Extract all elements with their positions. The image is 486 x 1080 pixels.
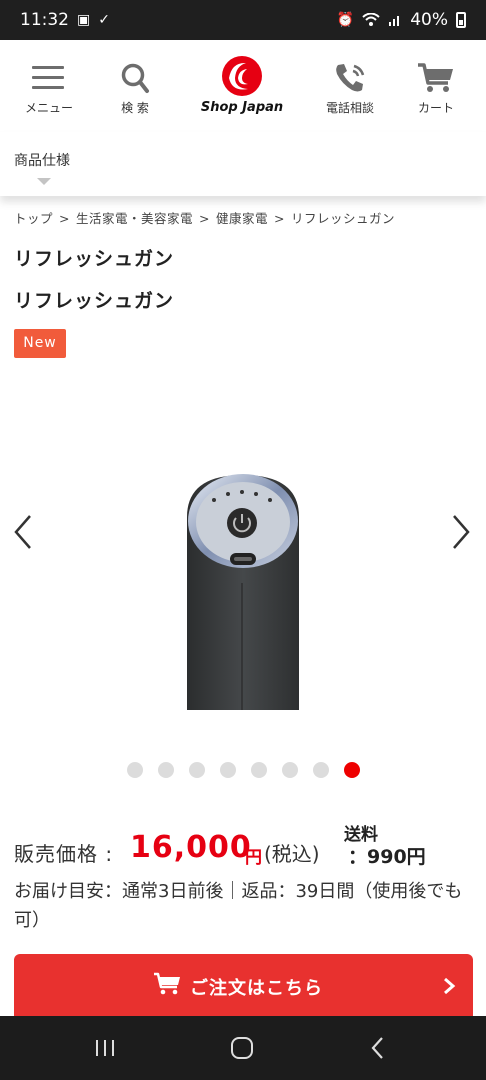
breadcrumb-separator: >	[199, 211, 210, 226]
chevron-right-icon	[444, 977, 456, 995]
menu-button[interactable]: メニュー	[14, 40, 84, 132]
gallery-icon: ▣	[77, 12, 91, 28]
carousel-dot[interactable]	[313, 762, 329, 778]
status-time: 11:32	[20, 10, 69, 30]
home-icon[interactable]	[227, 1034, 257, 1062]
download-done-icon: ✓	[98, 12, 110, 28]
shop-japan-logo[interactable]: Shop Japan	[190, 40, 294, 132]
product-carousel	[0, 380, 486, 740]
cart-label: カート	[417, 101, 454, 115]
breadcrumb-item-appliances[interactable]: 生活家電・美容家電	[76, 211, 193, 226]
product-image	[187, 474, 299, 710]
breadcrumb-separator: >	[274, 211, 285, 226]
battery-icon	[456, 12, 466, 28]
price-row: 販売価格 : 16,000 円 (税込) 送料 ：990円	[14, 825, 484, 872]
back-icon[interactable]	[363, 1034, 393, 1062]
search-icon	[121, 63, 149, 93]
product-subtitle: リフレッシュガン	[14, 290, 175, 312]
phone-button[interactable]: 電話相談	[318, 40, 382, 132]
phone-label: 電話相談	[325, 101, 374, 115]
battery-percent: 40%	[410, 10, 448, 30]
shipping-value: ：990円	[348, 846, 426, 868]
signal-icon	[389, 16, 400, 26]
carousel-dot[interactable]	[251, 762, 267, 778]
search-button[interactable]: 検 索	[102, 40, 168, 132]
carousel-dot[interactable]	[220, 762, 236, 778]
phone-icon	[336, 64, 365, 92]
breadcrumb-item-current: リフレッシュガン	[291, 211, 396, 226]
product-title: リフレッシュガン	[14, 248, 175, 270]
alarm-icon: ⏰	[336, 12, 355, 28]
breadcrumb-item-top[interactable]: トップ	[14, 211, 53, 226]
delivery-info: お届け目安：通常3日前後｜返品：39日間（使用後でも可）	[14, 881, 463, 931]
price-yen: 円	[245, 848, 262, 868]
system-nav-bar	[0, 1016, 486, 1080]
carousel-next-icon[interactable]	[446, 512, 476, 552]
menu-label: メニュー	[24, 101, 73, 115]
status-bar: 11:32 ▣ ✓ ⏰ 40%	[0, 0, 486, 40]
cart-icon	[418, 63, 453, 92]
wifi-icon	[362, 13, 380, 26]
breadcrumb: トップ > 生活家電・美容家電 > 健康家電 > リフレッシュガン	[14, 208, 395, 227]
spec-label: 商品仕様	[14, 153, 70, 169]
caret-down-icon	[37, 178, 51, 185]
price-label: 販売価格 :	[14, 842, 114, 866]
carousel-dot[interactable]	[344, 762, 360, 778]
cart-button[interactable]: カート	[405, 40, 467, 132]
breadcrumb-item-health[interactable]: 健康家電	[216, 211, 268, 226]
order-label: ご注文はこちら	[190, 978, 323, 999]
carousel-dot[interactable]	[158, 762, 174, 778]
new-badge: New	[14, 329, 66, 358]
spec-dropdown[interactable]: 商品仕様	[0, 132, 486, 196]
cart-icon	[154, 972, 180, 995]
carousel-dot[interactable]	[127, 762, 143, 778]
carousel-prev-icon[interactable]	[8, 512, 38, 552]
breadcrumb-separator: >	[59, 211, 70, 226]
hamburger-icon	[32, 66, 64, 89]
carousel-dot[interactable]	[189, 762, 205, 778]
price-tax: (税込)	[264, 842, 320, 866]
logo-text: Shop Japan	[200, 100, 284, 115]
logo-mark-icon	[222, 56, 262, 96]
carousel-dot[interactable]	[282, 762, 298, 778]
site-header: メニュー 検 索 Shop Japan 電話相談 カート	[0, 40, 486, 133]
recent-apps-icon[interactable]	[90, 1034, 120, 1062]
search-label: 検 索	[121, 101, 149, 115]
price-value: 16,000	[130, 830, 252, 865]
carousel-dots	[127, 762, 360, 778]
order-button[interactable]: ご注文はこちら	[14, 954, 473, 1016]
